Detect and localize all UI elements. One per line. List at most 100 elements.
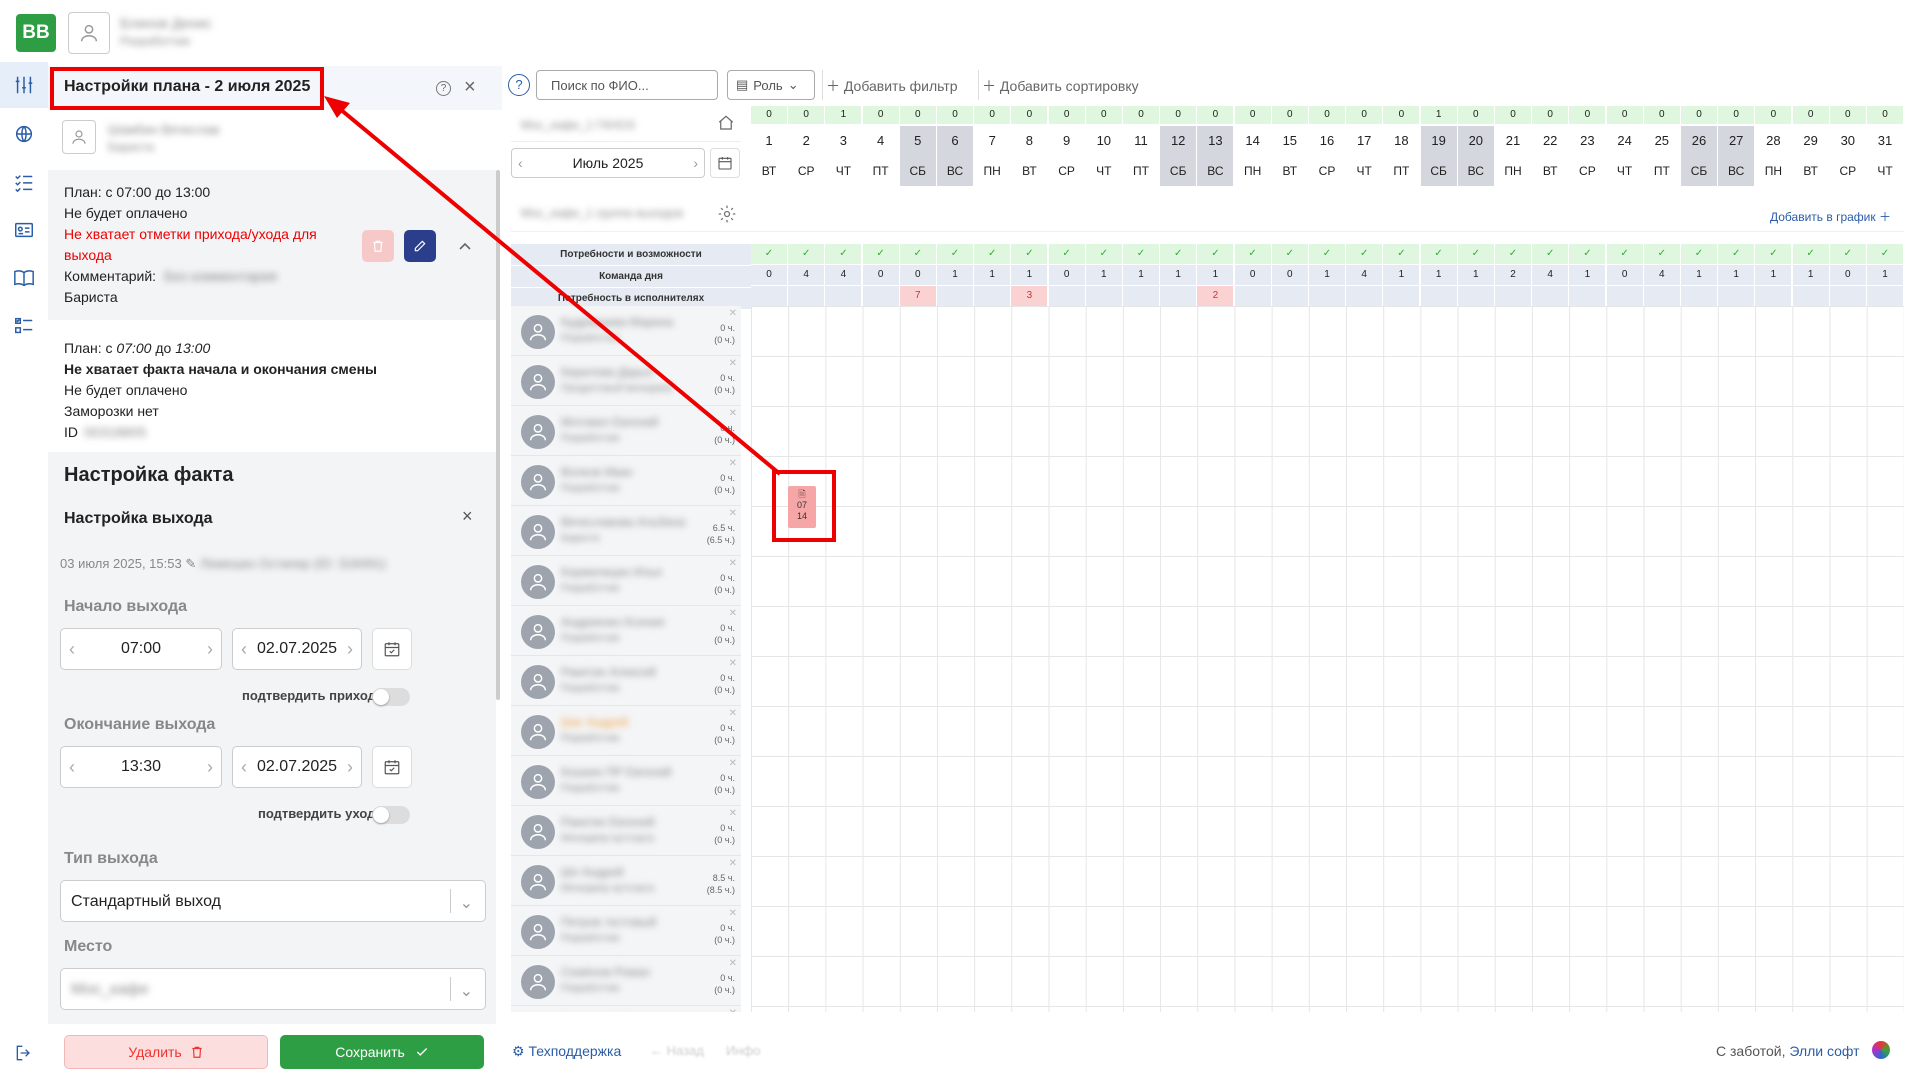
confirm-in-toggle[interactable] (372, 688, 410, 706)
close-icon[interactable]: ✕ (729, 808, 737, 819)
id-card-icon[interactable] (8, 214, 40, 246)
end-time-stepper[interactable]: ‹ 13:30 › (60, 746, 222, 788)
close-icon[interactable]: ✕ (729, 908, 737, 919)
chevron-right-icon[interactable]: › (207, 639, 213, 660)
employee-name[interactable]: Вячеславова Альбина (561, 515, 685, 529)
employee-name[interactable]: Андриенко Ксения (561, 615, 664, 629)
close-exit-icon[interactable]: × (462, 506, 473, 527)
location-name[interactable]: Мос_кафе_1 ГКНОЗ (521, 118, 635, 132)
end-date-stepper[interactable]: ‹ 02.07.2025 › (232, 746, 362, 788)
close-icon[interactable]: ✕ (729, 608, 737, 619)
help-icon[interactable]: ? (436, 81, 451, 96)
gear-icon[interactable] (717, 204, 737, 229)
place-select[interactable]: Мос_кафе ⌄ (60, 968, 486, 1010)
close-icon[interactable]: ✕ (729, 458, 737, 469)
calendar-icon[interactable] (372, 628, 412, 670)
chevron-right-icon[interactable]: › (207, 757, 213, 778)
employee-row[interactable]: Шаг Андрей Разработчик ✕ 0 ч. (0 ч.) (511, 706, 741, 756)
calendar-icon[interactable] (710, 148, 740, 178)
employee-row[interactable]: Кирилова Дарья Продуктовый менеджер ✕ 0 ч. (… (511, 356, 741, 406)
employee-row[interactable]: Кошкин ПР Евгений Разработчик ✕ 0 ч. (0 ч.) (511, 756, 741, 806)
close-icon[interactable]: ✕ (729, 408, 737, 419)
close-icon[interactable]: ✕ (729, 308, 737, 319)
role-label[interactable]: Роль (753, 78, 782, 93)
employee-name[interactable]: Кошкин ПР Евгений (561, 765, 671, 779)
chevron-left-icon[interactable]: ‹ (241, 639, 247, 660)
employee-name[interactable]: Кормилицин Илья (561, 565, 662, 579)
delete-plan-button[interactable] (362, 230, 394, 262)
globe-icon[interactable] (8, 118, 40, 150)
save-button[interactable]: Сохранить (280, 1035, 484, 1069)
employee-row[interactable]: Кормилицин Илья Разработчик ✕ 0 ч. (0 ч.) (511, 556, 741, 606)
employee-name[interactable]: Семёнов Роман (561, 965, 650, 979)
chevron-left-icon[interactable]: ‹ (518, 155, 523, 171)
employee-row[interactable]: Ракитин Евгений Менеджер аутсорса ✕ 0 ч. (0 … (511, 806, 741, 856)
start-time-value[interactable]: 07:00 (121, 640, 161, 658)
employee-row[interactable]: Вячеславова Альбина Бариста ✕ 6.5 ч. (6.5 ч.… (511, 506, 741, 556)
end-date-value[interactable]: 02.07.2025 (257, 758, 337, 776)
close-icon[interactable]: × (464, 76, 476, 99)
close-icon[interactable]: ✕ (729, 858, 737, 869)
start-date-stepper[interactable]: ‹ 02.07.2025 › (232, 628, 362, 670)
chevron-right-icon[interactable]: › (347, 639, 353, 660)
back-link[interactable]: ← Назад (650, 1043, 704, 1058)
close-icon[interactable]: ✕ (729, 558, 737, 569)
employee-name[interactable]: Кудрявцева Марина (561, 315, 673, 329)
start-date-value[interactable]: 02.07.2025 (257, 640, 337, 658)
add-sort-link[interactable]: ＋ Добавить сортировку (982, 76, 1139, 96)
exit-type-value[interactable]: Стандартный выход (71, 893, 221, 910)
employee-row[interactable]: Мотовил Евгений Разработчик ✕ 0 ч. (0 ч.) (511, 406, 741, 456)
chevron-up-icon[interactable] (458, 236, 472, 257)
user-avatar[interactable] (68, 12, 110, 54)
employee-name[interactable]: Волков Иван (561, 465, 632, 479)
employee-row[interactable]: Кудрявцева Марина Разработчик ✕ 0 ч. (0 ч.) (511, 306, 741, 356)
chevron-right-icon[interactable]: › (347, 757, 353, 778)
close-icon[interactable]: ✕ (729, 508, 737, 519)
app-logo[interactable]: BB (16, 14, 56, 52)
close-icon[interactable]: ✕ (729, 758, 737, 769)
book-icon[interactable] (8, 262, 40, 294)
close-icon[interactable]: ✕ (729, 708, 737, 719)
checklist-icon[interactable] (8, 166, 40, 198)
chevron-down-icon[interactable]: ⌄ (460, 893, 473, 913)
task-list-icon[interactable] (8, 310, 40, 342)
add-filter-link[interactable]: ＋ Добавить фильтр (826, 76, 958, 96)
chevron-down-icon[interactable]: ⌄ (460, 981, 473, 1001)
close-icon[interactable]: ✕ (729, 658, 737, 669)
close-icon[interactable]: ✕ (729, 358, 737, 369)
user-name[interactable]: Блинов Денис (120, 15, 212, 31)
employee-name[interactable]: Мотовил Евгений (561, 415, 658, 429)
home-icon[interactable] (717, 114, 735, 137)
month-switcher[interactable]: ‹ Июль 2025 › (511, 148, 705, 178)
delete-button[interactable]: Удалить (64, 1035, 268, 1069)
calendar-icon[interactable] (372, 746, 412, 788)
employee-row[interactable]: Волков Иван Разработчик ✕ 0 ч. (0 ч.) (511, 456, 741, 506)
employee-name[interactable]: Ракитин Евгений (561, 815, 655, 829)
employee-name[interactable]: Петров тестовый (561, 915, 656, 929)
employee-row[interactable]: Семёнов Роман Разработчик ✕ 0 ч. (0 ч.) (511, 956, 741, 1006)
employee-name[interactable]: Шаг Андрей (561, 715, 628, 729)
info-link[interactable]: Инфо (726, 1043, 760, 1058)
employee-row[interactable]: Тестовый СборщикРазработчик✕0 ч.(0 ч.) (511, 1006, 741, 1012)
chevron-left-icon[interactable]: ‹ (69, 639, 75, 660)
month-label[interactable]: Июль 2025 (573, 155, 644, 171)
role-filter[interactable]: ▤ Роль ⌄ (727, 70, 815, 100)
credit-brand[interactable]: Элли софт (1789, 1043, 1859, 1059)
chevron-left-icon[interactable]: ‹ (69, 757, 75, 778)
place-value[interactable]: Мос_кафе (71, 981, 149, 998)
close-icon[interactable]: ✕ (729, 1008, 737, 1012)
logout-icon[interactable] (14, 1043, 34, 1068)
settings-sliders-icon[interactable] (0, 62, 48, 108)
panel-scrollbar[interactable] (496, 170, 500, 700)
employee-row[interactable]: Андриенко Ксения Разработчик ✕ 0 ч. (0 ч.) (511, 606, 741, 656)
employee-name[interactable]: Шп Андрей (561, 865, 624, 879)
end-time-value[interactable]: 13:30 (121, 758, 161, 776)
edit-plan-button[interactable] (404, 230, 436, 262)
search-input[interactable]: Поиск по ФИО... (536, 70, 718, 100)
chevron-right-icon[interactable]: › (693, 155, 698, 171)
employee-row[interactable]: Шп Андрей Менеджер аутсорса ✕ 8.5 ч. (8.5 ч.… (511, 856, 741, 906)
schedule-grid[interactable] (751, 306, 1904, 1012)
close-icon[interactable]: ✕ (729, 958, 737, 969)
employee-name[interactable]: Кирилова Дарья (561, 365, 652, 379)
add-sort-label[interactable]: Добавить сортировку (1000, 78, 1139, 94)
